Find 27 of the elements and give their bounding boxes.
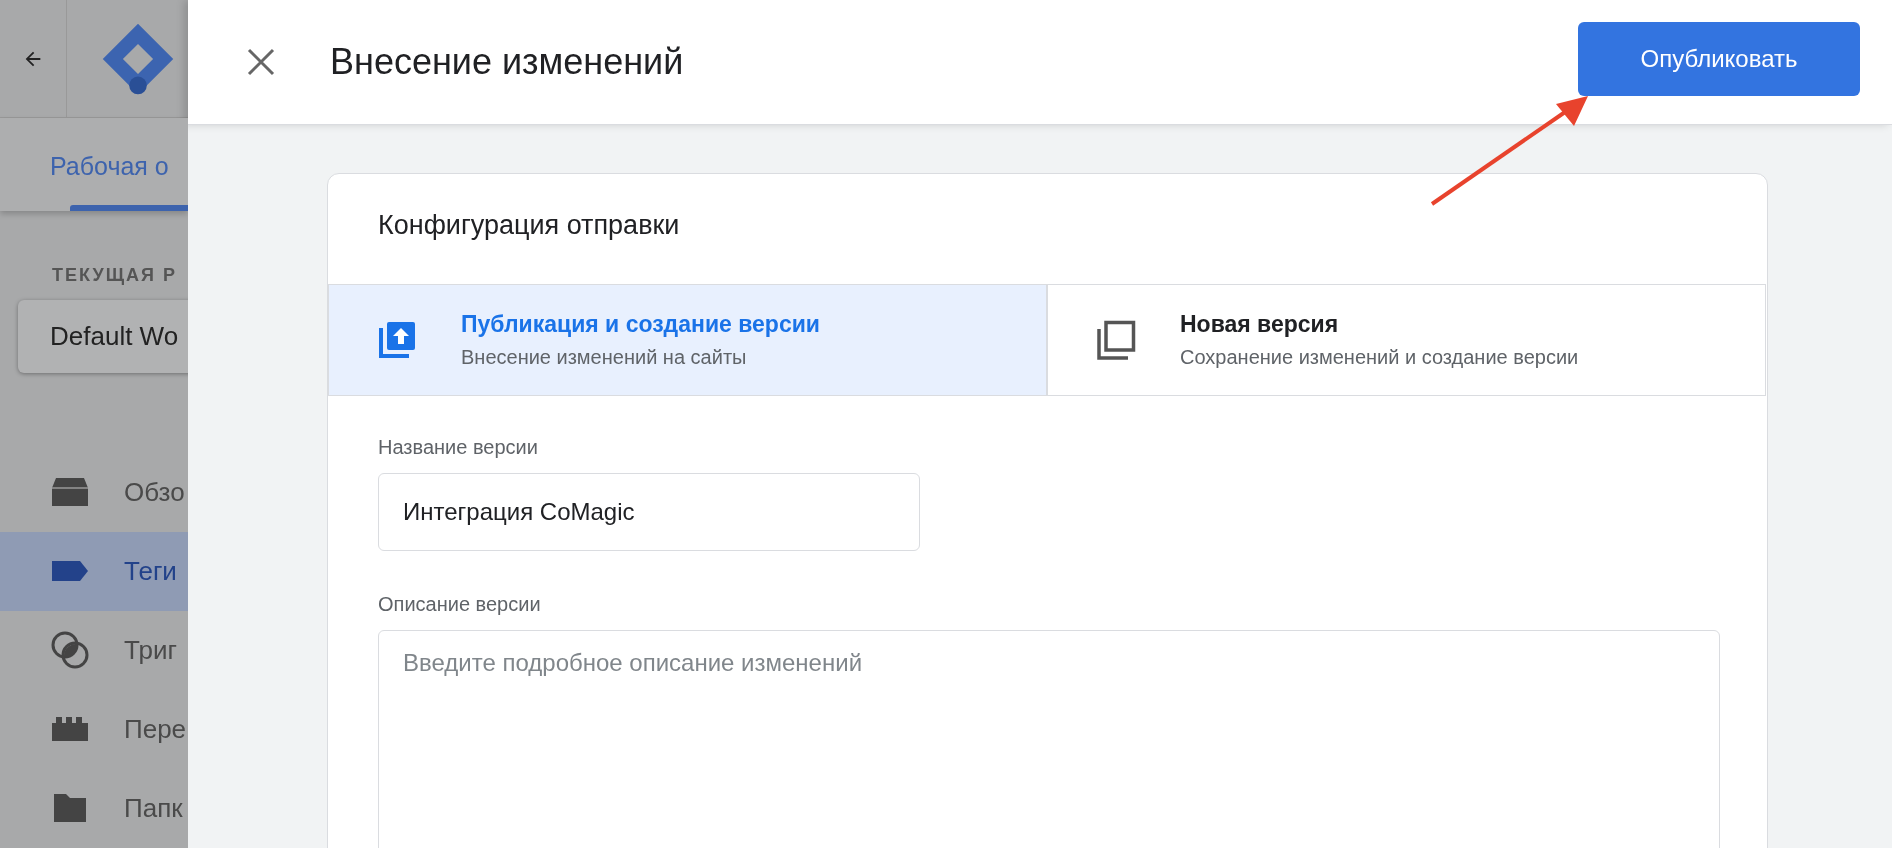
brick-icon [50, 715, 90, 744]
option-title: Публикация и создание версии [461, 311, 820, 338]
submission-option[interactable]: Новая версия Сохранение изменений и создание версии [1047, 285, 1766, 395]
option-title: Новая версия [1180, 311, 1340, 338]
nav-item[interactable]: Папк [0, 769, 188, 848]
submission-option[interactable]: Публикация и создание версии Внесение изменений на сайты [328, 285, 1047, 395]
dialog-title: Внесение изменений [330, 41, 684, 83]
card-title: Конфигурация отправки [377, 209, 681, 242]
tray-icon [50, 476, 90, 509]
section-label: ТЕКУЩАЯ Р [52, 264, 178, 286]
copy-stack-icon [1096, 320, 1136, 360]
nav-item[interactable]: Триг [0, 611, 188, 690]
nav-item[interactable]: Обзо [0, 453, 188, 532]
nav-item[interactable]: Пере [0, 690, 188, 769]
field-label: Название версии [378, 436, 538, 459]
workspace-selector[interactable]: Default Wo [18, 299, 188, 373]
option-subtitle: Сохранение изменений и создание версии [1180, 346, 1579, 369]
version-description-field[interactable]: Введите подробное описание изменений [378, 630, 1720, 848]
publish-button[interactable]: Опубликовать [1578, 22, 1860, 96]
tag-icon [50, 559, 90, 584]
overlapping-circles-icon [50, 630, 90, 671]
field-label: Описание версии [378, 593, 541, 616]
nav-item[interactable]: Теги [0, 532, 188, 611]
version-name-field[interactable]: Интеграция CoMagic [378, 473, 920, 551]
close-icon[interactable] [246, 47, 276, 77]
upload-stack-icon [377, 320, 417, 360]
option-subtitle: Внесение изменений на сайты [461, 346, 748, 369]
